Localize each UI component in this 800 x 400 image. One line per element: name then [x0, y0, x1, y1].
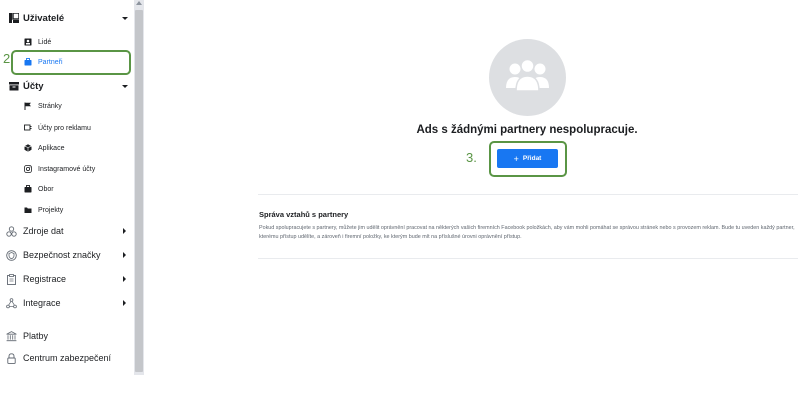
divider	[258, 194, 798, 195]
chevron-down-icon	[122, 16, 128, 20]
users-section-icon	[9, 13, 19, 23]
sidebar-item-instagram-accounts[interactable]: Instagramové účty	[0, 159, 134, 179]
chevron-down-icon	[122, 84, 128, 88]
clipboard-icon	[7, 273, 16, 285]
sidebar-item-projects[interactable]: Projekty	[0, 200, 134, 220]
sidebar-item-label: Obor	[38, 185, 54, 193]
sidebar-item-people[interactable]: Lidé	[0, 32, 134, 52]
empty-state-title: Ads s žádnými partnery nespolupracuje.	[416, 124, 638, 136]
sidebar-item-label: Bezpečnost značky	[23, 250, 101, 260]
data-sources-icon	[6, 225, 17, 237]
flag-icon	[24, 102, 31, 110]
scroll-up-arrow-icon[interactable]	[136, 1, 142, 5]
sidebar-item-label: Aplikace	[38, 144, 65, 152]
sidebar-item-data-sources[interactable]: Zdroje dat	[0, 220, 134, 242]
accounts-section-label: Účty	[23, 80, 44, 92]
partner-management-description: Pokud spolupracujete s partnery, můžete …	[259, 225, 795, 240]
partner-management-title: Správa vztahů s partnery	[259, 210, 349, 219]
briefcase-icon	[24, 185, 32, 193]
accounts-section-header[interactable]: Účty	[0, 75, 134, 97]
sidebar-item-industry[interactable]: Obor	[0, 179, 134, 199]
person-card-icon	[24, 38, 32, 46]
annotation-highlight-partners	[11, 50, 131, 75]
shield-icon	[6, 249, 17, 261]
chevron-right-icon	[123, 300, 126, 306]
add-partner-button[interactable]: + Přidat	[497, 149, 558, 168]
sidebar-item-label: Projekty	[38, 206, 64, 214]
chevron-right-icon	[123, 276, 126, 282]
sidebar-item-label: Zdroje dat	[23, 226, 64, 236]
sidebar-item-label: Registrace	[23, 274, 67, 284]
inbox-icon	[9, 82, 19, 91]
sidebar-item-registration[interactable]: Registrace	[0, 268, 134, 290]
sidebar-item-ad-accounts[interactable]: Účty pro reklamu	[0, 118, 134, 138]
sidebar-scrollbar[interactable]	[134, 0, 144, 375]
network-icon	[6, 297, 17, 308]
instagram-icon	[24, 165, 32, 173]
divider	[258, 258, 798, 259]
sidebar-item-brand-safety[interactable]: Bezpečnost značky	[0, 244, 134, 266]
sidebar-item-integrations[interactable]: Integrace	[0, 292, 134, 314]
people-group-icon	[506, 58, 549, 92]
scrollbar-thumb[interactable]	[135, 10, 143, 372]
sidebar-item-security-center[interactable]: Centrum zabezpečení	[0, 347, 134, 369]
sidebar-item-label: Platby	[23, 331, 49, 341]
folder-icon	[24, 207, 32, 213]
sidebar-item-label: Stránky	[38, 102, 62, 110]
partners-placeholder-avatar	[489, 39, 566, 116]
sidebar-item-payments[interactable]: Platby	[0, 325, 134, 347]
sidebar-item-label: Instagramové účty	[38, 165, 96, 173]
sidebar-item-label: Účty pro reklamu	[38, 124, 91, 132]
users-section-label: Uživatelé	[23, 12, 65, 24]
lock-icon	[7, 352, 16, 364]
cube-icon	[24, 144, 32, 152]
sidebar-item-apps[interactable]: Aplikace	[0, 138, 134, 158]
add-button-label: Přidat	[522, 155, 542, 162]
annotation-step-3: 3.	[466, 150, 477, 165]
sidebar-item-label: Integrace	[23, 298, 61, 308]
bank-icon	[6, 330, 17, 341]
chevron-right-icon	[123, 252, 126, 258]
sidebar-item-pages[interactable]: Stránky	[0, 96, 134, 116]
users-section-header[interactable]: Uživatelé	[0, 7, 134, 29]
sidebar-item-label: Centrum zabezpečení	[23, 353, 112, 363]
plus-icon: +	[513, 153, 519, 164]
chevron-right-icon	[123, 228, 126, 234]
sidebar-item-label: Lidé	[38, 38, 52, 46]
ad-account-icon	[24, 124, 32, 131]
